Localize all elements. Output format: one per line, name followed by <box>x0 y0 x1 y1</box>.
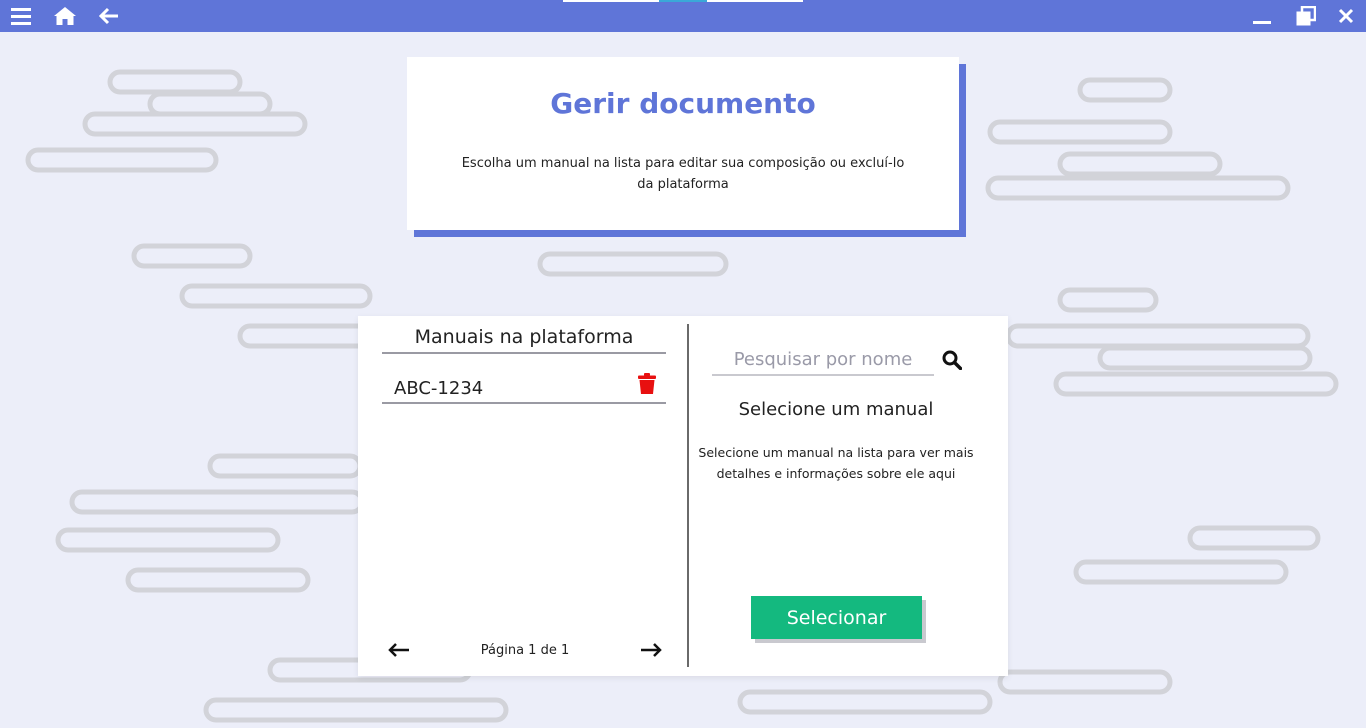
panel-divider <box>687 324 689 667</box>
loading-progress-bar <box>563 0 803 2</box>
restore-window-icon <box>1296 6 1316 26</box>
search-input[interactable] <box>712 344 934 374</box>
home-button[interactable] <box>49 0 81 32</box>
title-bar <box>0 0 1366 32</box>
page-title: Gerir documento <box>550 87 816 120</box>
loading-progress-indicator <box>659 0 707 2</box>
arrow-left-icon[interactable] <box>388 642 410 658</box>
close-icon <box>1338 8 1354 24</box>
detail-description: Selecione um manual na lista para ver ma… <box>698 445 974 481</box>
page-subtitle: Escolha um manual na lista para editar s… <box>461 156 905 192</box>
home-icon <box>54 7 76 25</box>
list-item[interactable]: ABC-1234 <box>382 368 666 404</box>
search-field <box>712 344 934 376</box>
close-button[interactable] <box>1330 0 1362 32</box>
pagination-label: Página 1 de 1 <box>480 643 570 658</box>
trash-icon[interactable] <box>638 373 656 395</box>
detail-title: Selecione um manual <box>738 399 934 420</box>
arrow-right-icon[interactable] <box>640 642 662 658</box>
list-item-label: ABC-1234 <box>394 378 484 399</box>
manual-list-title: Manuais na plataforma <box>382 326 666 354</box>
back-arrow-icon <box>99 7 118 25</box>
search-icon[interactable] <box>942 350 962 370</box>
manual-manager-panel: Manuais na plataforma ABC-1234 Página 1 … <box>358 316 1008 676</box>
back-button[interactable] <box>93 0 125 32</box>
header-card: Gerir documento Escolha um manual na lis… <box>407 57 959 230</box>
menu-button[interactable] <box>5 0 37 32</box>
minimize-icon <box>1253 21 1271 24</box>
restore-button[interactable] <box>1290 0 1322 32</box>
menu-icon <box>11 8 31 25</box>
minimize-button[interactable] <box>1246 0 1278 32</box>
select-button[interactable]: Selecionar <box>751 596 922 639</box>
